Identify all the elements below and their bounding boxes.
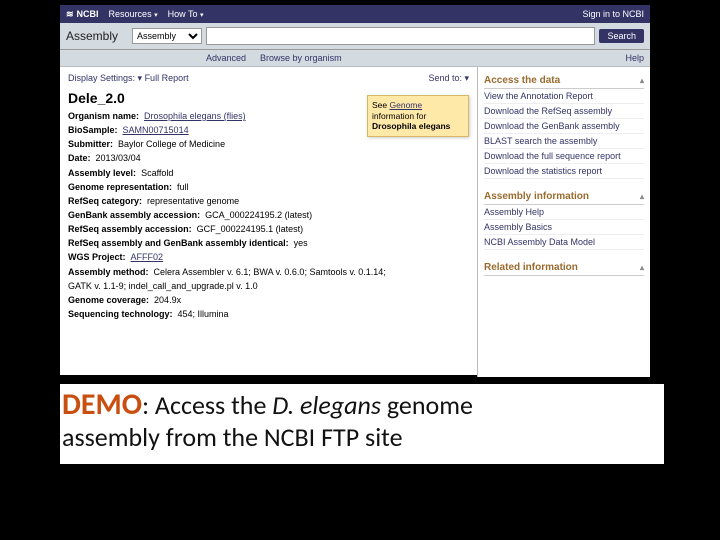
db-title: Assembly [66, 29, 118, 43]
field-seqtech: Sequencing technology: 454; Illumina [68, 308, 469, 320]
field-gb-acc: GenBank assembly accession: GCA_00022419… [68, 209, 469, 221]
caret-icon: ▴ [640, 76, 644, 85]
slide: ≋ NCBI Resources ▾ How To ▾ Sign in to N… [0, 0, 720, 540]
section-info[interactable]: Assembly information▴ [484, 189, 644, 205]
ncbi-logo[interactable]: ≋ NCBI [66, 9, 99, 20]
side-link[interactable]: Download the full sequence report [484, 149, 644, 164]
genome-note: See Genome information for Drosophila el… [367, 95, 469, 137]
search-button[interactable]: Search [599, 29, 644, 43]
sublink-mid: Advanced Browse by organism [206, 53, 342, 63]
caret-icon: ▴ [640, 263, 644, 272]
genome-link[interactable]: Genome [390, 100, 423, 110]
sidebar: Access the data▴ View the Annotation Rep… [477, 67, 650, 377]
field-wgs: WGS Project: AFFF02 [68, 251, 469, 263]
biosample-link[interactable]: SAMN00715014 [123, 125, 189, 135]
advanced-link[interactable]: Advanced [206, 53, 246, 63]
ncbi-top-bar: ≋ NCBI Resources ▾ How To ▾ Sign in to N… [60, 5, 650, 23]
resources-link[interactable]: Resources ▾ [109, 9, 158, 19]
side-link[interactable]: NCBI Assembly Data Model [484, 235, 644, 250]
field-submitter: Submitter: Baylor College of Medicine [68, 138, 469, 150]
chevron-down-icon: ▾ [154, 12, 158, 19]
howto-label: How To [168, 9, 198, 19]
species-italic: D. elegans [272, 389, 381, 421]
side-link[interactable]: Assembly Help [484, 205, 644, 220]
caption-line1: DEMO: Access the D. elegans genome [62, 388, 662, 423]
display-settings[interactable]: Display Settings: ▾ Full Report [68, 73, 189, 84]
caption-line2: assembly from the NCBI FTP site [62, 423, 662, 453]
brand-text: NCBI [77, 9, 99, 19]
howto-link[interactable]: How To ▾ [168, 9, 204, 19]
chevron-down-icon: ▾ [200, 12, 204, 19]
send-to[interactable]: Send to: ▾ [428, 73, 469, 84]
field-rs-acc: RefSeq assembly accession: GCF_000224195… [68, 223, 469, 235]
field-identical: RefSeq assembly and GenBank assembly ide… [68, 237, 469, 249]
section-related[interactable]: Related information▴ [484, 260, 644, 276]
field-refseq-cat: RefSeq category: representative genome [68, 195, 469, 207]
field-method-2: GATK v. 1.1-9; indel_call_and_upgrade.pl… [68, 280, 469, 292]
side-link[interactable]: Assembly Basics [484, 220, 644, 235]
section-access[interactable]: Access the data▴ [484, 73, 644, 89]
side-link[interactable]: Download the statistics report [484, 164, 644, 179]
field-coverage: Genome coverage: 204.9x [68, 294, 469, 306]
sublink-bar: Advanced Browse by organism Help [60, 50, 650, 67]
resources-label: Resources [109, 9, 152, 19]
content-area: Display Settings: ▾ Full Report Send to:… [60, 67, 650, 377]
search-bar: Assembly Assembly Search [60, 23, 650, 50]
slide-caption: DEMO: Access the D. elegans genome assem… [60, 384, 664, 464]
topnav-left: ≋ NCBI Resources ▾ How To ▾ [66, 9, 204, 20]
record-topbar: Display Settings: ▾ Full Report Send to:… [68, 73, 469, 84]
ncbi-screenshot: ≋ NCBI Resources ▾ How To ▾ Sign in to N… [60, 5, 650, 375]
caret-icon: ▴ [640, 192, 644, 201]
field-method: Assembly method: Celera Assembler v. 6.1… [68, 266, 469, 278]
field-date: Date: 2013/03/04 [68, 152, 469, 164]
signin-link[interactable]: Sign in to NCBI [582, 9, 644, 19]
search-input[interactable] [206, 27, 595, 45]
field-level: Assembly level: Scaffold [68, 167, 469, 179]
side-link[interactable]: Download the RefSeq assembly [484, 104, 644, 119]
field-repr: Genome representation: full [68, 181, 469, 193]
help-link[interactable]: Help [625, 53, 644, 63]
side-link[interactable]: BLAST search the assembly [484, 134, 644, 149]
db-select[interactable]: Assembly [132, 28, 202, 44]
organism-link[interactable]: Drosophila elegans (flies) [144, 111, 246, 121]
demo-word: DEMO [62, 386, 142, 423]
side-link[interactable]: Download the GenBank assembly [484, 119, 644, 134]
side-link[interactable]: View the Annotation Report [484, 89, 644, 104]
wgs-link[interactable]: AFFF02 [131, 252, 164, 262]
main-panel: Display Settings: ▾ Full Report Send to:… [60, 67, 477, 377]
browse-link[interactable]: Browse by organism [260, 53, 342, 63]
